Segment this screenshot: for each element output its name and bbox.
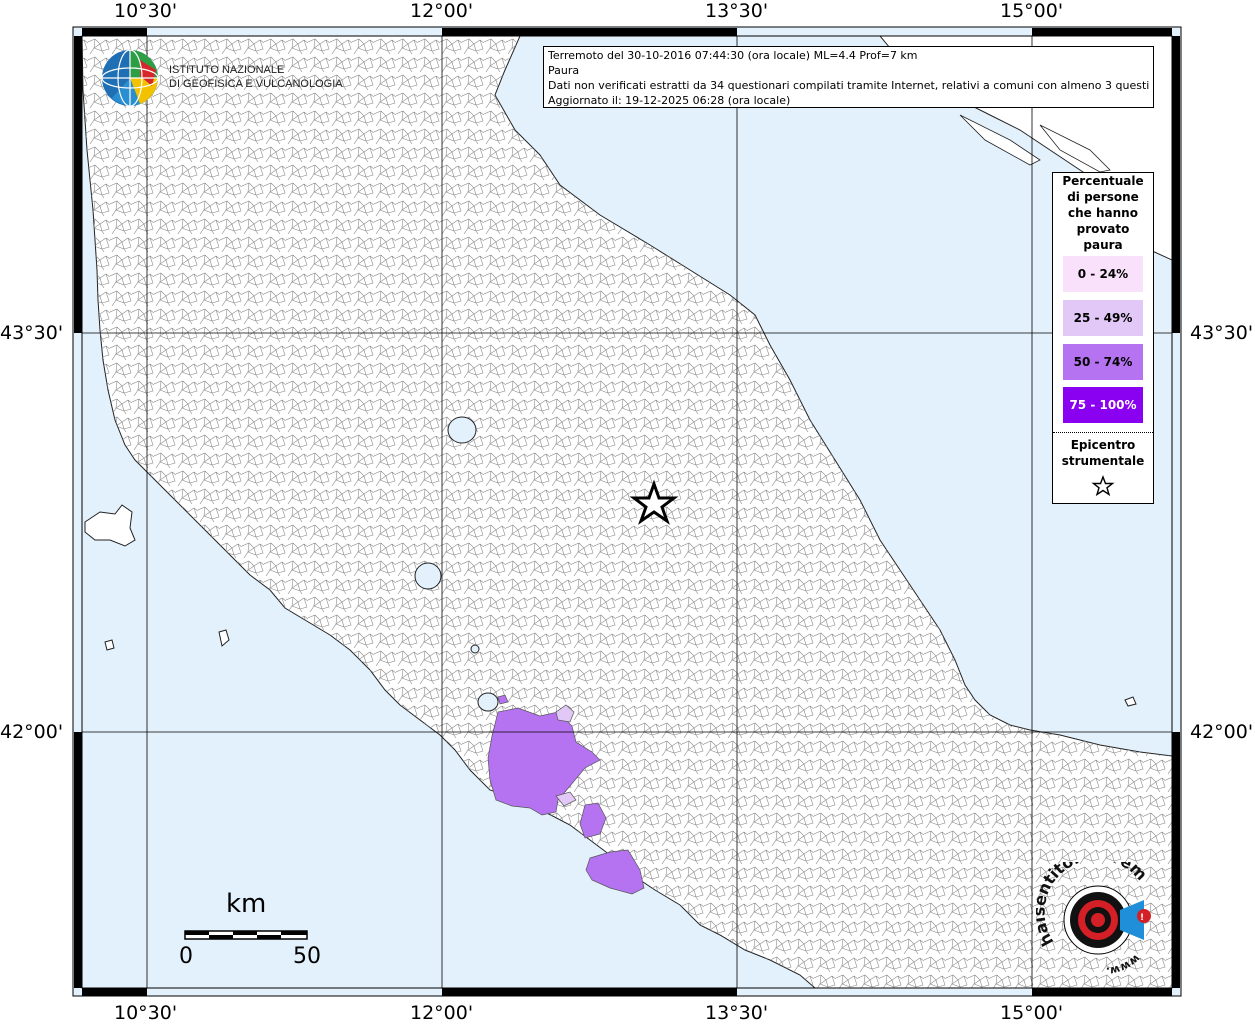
epicenter-legend-title: Epicentro strumentale: [1053, 437, 1153, 469]
epicenter-line: Epicentro: [1070, 438, 1136, 452]
scale-bar: [184, 930, 308, 940]
data-note: Dati non verificati estratti da 34 quest…: [548, 79, 1149, 92]
legend-class-label: 25 - 49%: [1073, 311, 1133, 325]
ingv-line-1: ISTITUTO NAZIONALE: [169, 64, 285, 76]
legend-title-line: che hanno: [1068, 206, 1138, 220]
axis-left-1: 43°30': [0, 322, 64, 344]
legend-title-line: Percentuale: [1062, 174, 1144, 188]
axis-bottom-3: 13°30': [705, 1002, 769, 1024]
axis-top-3: 13°30': [705, 0, 769, 22]
event-info-box: Terremoto del 30-10-2016 07:44:30 (ora l…: [543, 46, 1154, 108]
legend-class-label: 0 - 24%: [1077, 267, 1129, 281]
legend-title: Percentuale di persone che hanno provato…: [1053, 173, 1153, 253]
haisentito-logo-icon: ! haisentitoilterremoto.it www.: [1036, 862, 1151, 978]
lake-bracciano: [477, 692, 499, 712]
legend-title-line: provato: [1076, 222, 1130, 236]
legend-class-1: 25 - 49%: [1063, 300, 1143, 336]
ingv-wordmark: ISTITUTO NAZIONALE DI GEOFISICA E VULCAN…: [169, 63, 343, 91]
legend-class-label: 50 - 74%: [1073, 355, 1133, 369]
lake-trasimeno: [447, 416, 477, 444]
parameter-name: Paura: [548, 64, 580, 77]
axis-left-2: 42°00': [0, 721, 64, 743]
legend-class-0: 0 - 24%: [1063, 256, 1143, 292]
epicenter-legend-star-icon: [1091, 475, 1115, 497]
haisentito-url: www.: [1105, 952, 1142, 978]
axis-top-4: 15°00': [1000, 0, 1064, 22]
legend-title-line: paura: [1083, 238, 1123, 252]
island: [104, 639, 115, 651]
axis-bottom-1: 10°30': [114, 1002, 178, 1024]
axis-bottom-4: 15°00': [1000, 1002, 1064, 1024]
legend-class-label: 75 - 100%: [1069, 398, 1137, 412]
axis-right-2: 42°00': [1190, 721, 1254, 743]
scale-min: 0: [179, 944, 193, 969]
legend-separator: [1053, 432, 1153, 433]
update-time: Aggiornato il: 19-12-2025 06:28 (ora loc…: [548, 94, 791, 107]
ingv-line-2: DI GEOFISICA E VULCANOLOGIA: [169, 78, 343, 90]
ingv-globe-icon: [101, 49, 159, 107]
axis-right-1: 43°30': [1190, 322, 1254, 344]
legend: Percentuale di persone che hanno provato…: [1052, 172, 1154, 504]
legend-class-3: 75 - 100%: [1063, 387, 1143, 423]
svg-text:!: !: [1140, 913, 1144, 923]
scale-max: 50: [293, 944, 321, 969]
event-title: Terremoto del 30-10-2016 07:44:30 (ora l…: [548, 49, 918, 62]
axis-top-2: 12°00': [410, 0, 474, 22]
lake-bolsena: [414, 562, 442, 590]
axis-top-1: 10°30': [114, 0, 178, 22]
lake: [470, 644, 480, 654]
epicenter-line: strumentale: [1061, 454, 1145, 468]
legend-class-2: 50 - 74%: [1063, 344, 1143, 380]
scale-unit: km: [226, 889, 267, 919]
axis-bottom-2: 12°00': [410, 1002, 474, 1024]
legend-title-line: di persone: [1067, 190, 1139, 204]
